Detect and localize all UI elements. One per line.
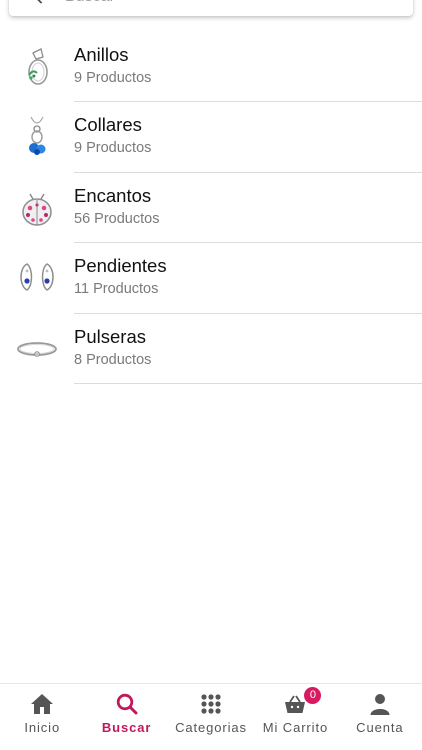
category-text: Pulseras 8 Productos [74, 314, 422, 384]
category-name: Collares [74, 114, 142, 136]
category-product-count: 9 Productos [74, 70, 152, 86]
category-product-count: 9 Productos [74, 140, 152, 157]
nav-label: Inicio [24, 720, 61, 735]
grid-icon [198, 693, 224, 715]
earrings-thumbnail [14, 256, 60, 300]
category-product-count: 8 Productos [74, 351, 152, 368]
nav-item-cuenta[interactable]: Cuenta [338, 684, 422, 750]
category-text: Pendientes 11 Productos [74, 243, 422, 314]
category-text: Anillos 9 Productos [74, 32, 422, 103]
necklace-thumbnail [14, 115, 60, 159]
search-bar[interactable] [9, 0, 413, 16]
nav-label: Mi Carrito [262, 720, 329, 735]
category-name: Encantos [74, 184, 152, 206]
search-input[interactable] [65, 0, 365, 6]
ring-thumbnail [14, 45, 60, 89]
nav-label: Buscar [101, 720, 152, 735]
home-icon [29, 693, 55, 715]
user-icon [367, 693, 393, 715]
nav-label: Categorias [175, 720, 247, 735]
charm-thumbnail [14, 186, 60, 230]
category-text: Encantos 56 Productos [74, 173, 422, 244]
category-text: Collares 9 Productos [74, 102, 422, 173]
nav-item-inicio[interactable]: Inicio [0, 684, 84, 750]
category-item-encantos[interactable]: Encantos 56 Productos [0, 173, 422, 244]
back-arrow-icon[interactable] [31, 0, 51, 7]
nav-item-mi-carrito[interactable]: 0 Mi Carrito [253, 684, 337, 750]
category-product-count: 56 Productos [74, 210, 160, 227]
nav-item-categorias[interactable]: Categorias [169, 684, 253, 750]
category-item-pendientes[interactable]: Pendientes 11 Productos [0, 243, 422, 314]
category-item-pulseras[interactable]: Pulseras 8 Productos [0, 314, 422, 384]
nav-label: Cuenta [356, 720, 404, 735]
bracelet-thumbnail [14, 327, 60, 371]
category-product-count: 11 Productos [74, 281, 159, 298]
bottom-navigation: Inicio Buscar Categorias 0 Mi Carrito Cu… [0, 683, 422, 750]
category-name: Pendientes [74, 255, 167, 277]
category-name: Pulseras [74, 325, 146, 347]
category-list: Anillos 9 Productos Collares 9 Productos [0, 32, 422, 384]
category-item-anillos[interactable]: Anillos 9 Productos [0, 32, 422, 103]
cart-count-badge: 0 [304, 687, 322, 704]
nav-item-buscar[interactable]: Buscar [84, 684, 168, 750]
category-name: Anillos [74, 44, 129, 65]
basket-icon: 0 [282, 687, 322, 715]
category-item-collares[interactable]: Collares 9 Productos [0, 102, 422, 173]
search-icon [114, 693, 140, 715]
